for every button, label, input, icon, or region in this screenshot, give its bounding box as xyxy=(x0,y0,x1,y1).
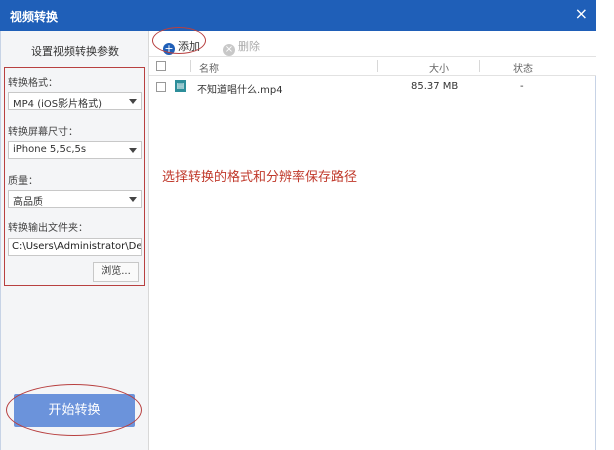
format-label: 转换格式： xyxy=(8,78,58,89)
close-icon[interactable]: × xyxy=(575,5,588,23)
start-highlight-circle xyxy=(6,384,142,436)
settings-box: 转换格式： MP4 (iOS影片格式) 转换屏幕尺寸： iPhone 5,5c,… xyxy=(4,67,145,286)
video-file-icon: ▤ xyxy=(175,80,186,92)
sidebar-title: 设置视频转换参数 xyxy=(31,45,119,58)
size-label: 转换屏幕尺寸： xyxy=(8,127,78,138)
browse-button[interactable]: 浏览... xyxy=(93,262,139,282)
quality-value: 高品质 xyxy=(13,197,43,208)
size-select[interactable]: iPhone 5,5c,5s xyxy=(8,141,142,159)
table-header: 名称 大小 状态 xyxy=(149,57,596,76)
column-divider xyxy=(190,60,191,72)
column-name-header: 名称 xyxy=(199,64,219,75)
file-status: - xyxy=(520,81,524,92)
format-select[interactable]: MP4 (iOS影片格式) xyxy=(8,92,142,110)
add-highlight-circle xyxy=(152,27,206,54)
file-size: 85.37 MB xyxy=(411,81,459,92)
select-all-checkbox[interactable] xyxy=(156,61,166,71)
title-bar: 视频转换 × xyxy=(0,0,596,31)
format-value: MP4 (iOS影片格式) xyxy=(13,99,102,110)
size-value: iPhone 5,5c,5s xyxy=(13,144,87,155)
window-body: 设置视频转换参数 转换格式： MP4 (iOS影片格式) 转换屏幕尺寸： iPh… xyxy=(0,31,596,450)
window-title: 视频转换 xyxy=(10,10,59,24)
column-status-header: 状态 xyxy=(513,64,533,75)
column-divider xyxy=(479,60,480,72)
row-checkbox[interactable] xyxy=(156,82,166,92)
column-size-header: 大小 xyxy=(429,64,449,75)
settings-sidebar: 设置视频转换参数 转换格式： MP4 (iOS影片格式) 转换屏幕尺寸： iPh… xyxy=(1,31,149,450)
delete-button[interactable]: × 删除 xyxy=(223,38,260,56)
annotation-text: 选择转换的格式和分辨率保存路径 xyxy=(162,170,358,185)
output-path-input[interactable]: C:\Users\Administrator\Deskto xyxy=(8,238,142,256)
quality-label: 质量： xyxy=(8,176,38,187)
output-label: 转换输出文件夹： xyxy=(8,223,88,234)
toolbar: + 添加 × 删除 xyxy=(149,31,596,57)
chevron-down-icon xyxy=(129,148,137,153)
chevron-down-icon xyxy=(129,99,137,104)
table-row[interactable]: ▤ 不知道唱什么.mp4 85.37 MB - xyxy=(149,77,596,97)
delete-label: 删除 xyxy=(238,40,260,53)
quality-select[interactable]: 高品质 xyxy=(8,190,142,208)
chevron-down-icon xyxy=(129,197,137,202)
column-divider xyxy=(377,60,378,72)
file-name: 不知道唱什么.mp4 xyxy=(197,85,283,96)
delete-icon: × xyxy=(223,44,235,56)
